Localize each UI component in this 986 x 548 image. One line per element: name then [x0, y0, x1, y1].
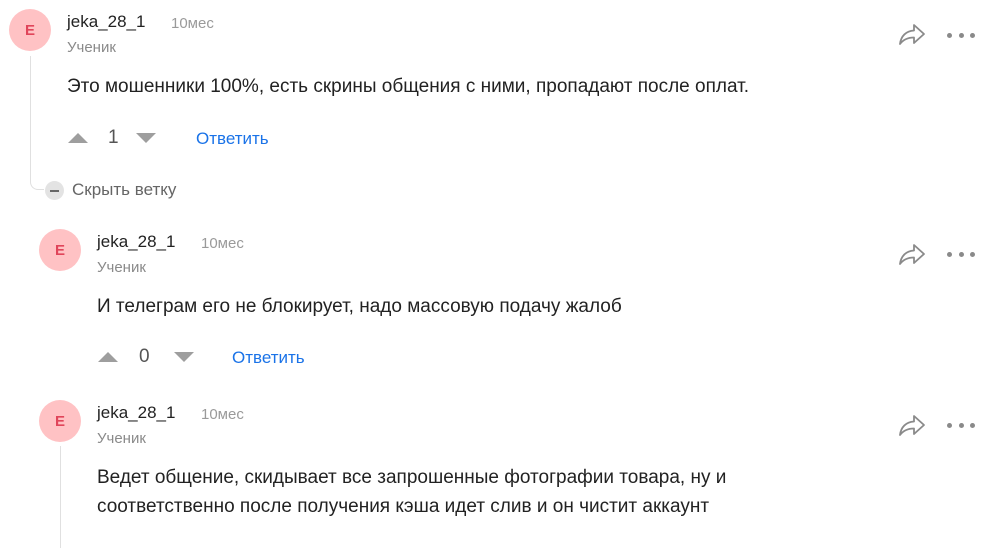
- username[interactable]: jeka_28_1: [67, 12, 145, 32]
- share-icon: [899, 415, 925, 436]
- reply-button[interactable]: Ответить: [196, 129, 269, 149]
- comment-time: 10мес: [171, 15, 214, 32]
- minus-circle-icon: [45, 180, 64, 200]
- vote-count: 1: [108, 127, 119, 148]
- share-button[interactable]: [898, 242, 926, 266]
- thread-line: [60, 446, 61, 548]
- avatar[interactable]: E: [39, 229, 81, 271]
- avatar[interactable]: E: [9, 9, 51, 51]
- username[interactable]: jeka_28_1: [97, 403, 175, 423]
- comment-time: 10мес: [201, 235, 244, 252]
- avatar[interactable]: E: [39, 400, 81, 442]
- vote-count: 0: [139, 346, 150, 367]
- more-icon: [947, 251, 952, 257]
- comment-text: Это мошенники 100%, есть скрины общения …: [67, 76, 749, 97]
- upvote-icon[interactable]: [98, 352, 118, 362]
- comment-text-line: Ведет общение, скидывает все запрошенные…: [97, 467, 727, 488]
- share-button[interactable]: [898, 413, 926, 437]
- comment-text-line: соответственно после получения кэша идет…: [97, 496, 710, 517]
- share-icon: [899, 24, 925, 45]
- thread-line: [30, 56, 31, 174]
- more-options-button[interactable]: [947, 249, 975, 259]
- more-options-button[interactable]: [947, 420, 975, 430]
- downvote-icon[interactable]: [174, 352, 194, 362]
- more-icon: [947, 422, 952, 428]
- more-options-button[interactable]: [947, 30, 975, 40]
- upvote-icon[interactable]: [68, 133, 88, 143]
- thread-elbow: [30, 172, 44, 190]
- user-rank: Ученик: [97, 430, 146, 447]
- share-button[interactable]: [898, 22, 926, 46]
- avatar-letter: E: [24, 21, 35, 39]
- collapse-thread-button[interactable]: Скрыть ветку: [45, 180, 176, 200]
- comment-text: И телеграм его не блокирует, надо массов…: [97, 296, 622, 317]
- comment-time: 10мес: [201, 406, 244, 423]
- user-rank: Ученик: [67, 39, 116, 56]
- downvote-icon[interactable]: [136, 133, 156, 143]
- avatar-letter: E: [54, 241, 65, 259]
- username[interactable]: jeka_28_1: [97, 232, 175, 252]
- avatar-letter: E: [54, 412, 65, 430]
- more-icon: [947, 32, 952, 38]
- user-rank: Ученик: [97, 259, 146, 276]
- collapse-thread-label: Скрыть ветку: [72, 180, 177, 199]
- reply-button[interactable]: Ответить: [232, 348, 305, 368]
- share-icon: [899, 244, 925, 265]
